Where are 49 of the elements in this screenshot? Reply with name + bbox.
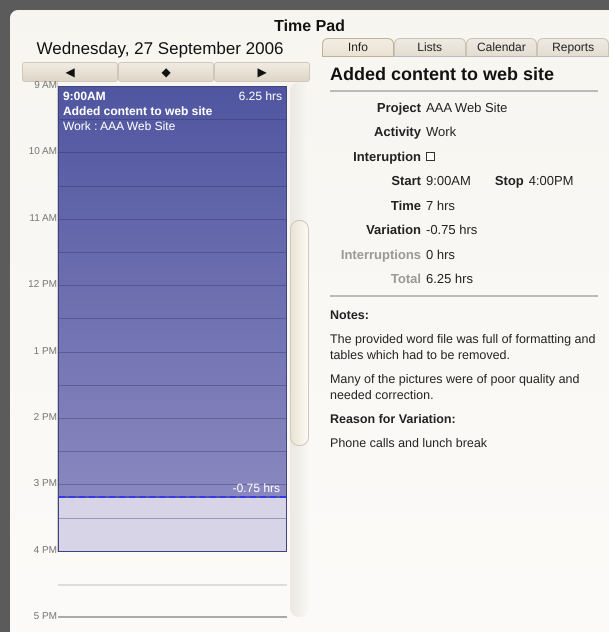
field-label: Interruptions — [340, 246, 422, 264]
field-label: Time — [390, 196, 422, 214]
tab[interactable]: Reports — [537, 38, 609, 57]
window-title: Time Pad — [274, 18, 345, 35]
variation-label: -0.75 hrs — [232, 480, 280, 497]
date-heading: Wednesday, 27 September 2006 — [36, 39, 284, 58]
hour-label: 10 AM — [28, 147, 57, 158]
hour-label: 3 PM — [32, 479, 57, 490]
hour-label: 12 PM — [27, 280, 57, 290]
field-value: 0 hrs — [426, 246, 455, 264]
field-label: Activity — [373, 123, 422, 141]
notes-heading: Notes: — [330, 307, 370, 323]
field-value: Work — [426, 123, 456, 141]
notes-paragraph: Phone calls and lunch break — [330, 435, 488, 451]
field-value: AAA Web Site — [426, 98, 508, 116]
next-button[interactable]: ▶ — [214, 62, 310, 82]
hour-label: 1 PM — [32, 346, 57, 357]
previous-button[interactable]: ◀ — [22, 62, 118, 82]
field-label: Total — [390, 270, 422, 288]
field-value: 6.25 hrs — [426, 270, 473, 288]
field-label: Stop — [494, 172, 524, 190]
field-value: 7 hrs — [426, 196, 455, 214]
hour-label: 4 PM — [32, 546, 57, 556]
scrollbar-thumb[interactable] — [290, 220, 309, 446]
entry-heading: Added content to web site — [330, 61, 598, 92]
event-title: Added content to web site — [63, 104, 214, 119]
field-value: 9:00AM — [426, 172, 471, 190]
field-label: Variation — [365, 221, 422, 239]
event-duration: 6.25 hrs — [238, 89, 282, 104]
hour-label: 5 PM — [32, 612, 57, 622]
field-label: Start — [390, 172, 422, 190]
notes-paragraph: The provided word file was full of formatting and tables which had to be removed. — [330, 331, 596, 363]
field-value: -0.75 hrs — [426, 221, 478, 239]
event-subtitle: Work : AAA Web Site — [63, 119, 176, 134]
hour-label: 2 PM — [32, 413, 57, 423]
event-block[interactable]: 9:00AM 6.25 hrs Added content to web site Work : AAA Web Site -0.75 hrs — [58, 86, 287, 552]
today-button[interactable]: ◆ — [118, 62, 214, 82]
checkbox[interactable] — [426, 152, 435, 161]
tab[interactable]: Info — [322, 38, 394, 57]
tab[interactable]: Calendar — [466, 38, 538, 57]
field-label: Project — [376, 98, 422, 117]
tab[interactable]: Lists — [394, 38, 466, 57]
hour-label: 11 AM — [28, 214, 57, 224]
notes-heading: Reason for Variation: — [330, 411, 457, 427]
field-label: Interuption — [352, 148, 422, 166]
field-value: 4:00PM — [528, 172, 574, 190]
hour-label: 9 AM — [33, 81, 57, 91]
notes-paragraph: Many of the pictures were of poor quality and needed correction. — [330, 371, 580, 403]
event-time: 9:00AM — [63, 89, 106, 104]
